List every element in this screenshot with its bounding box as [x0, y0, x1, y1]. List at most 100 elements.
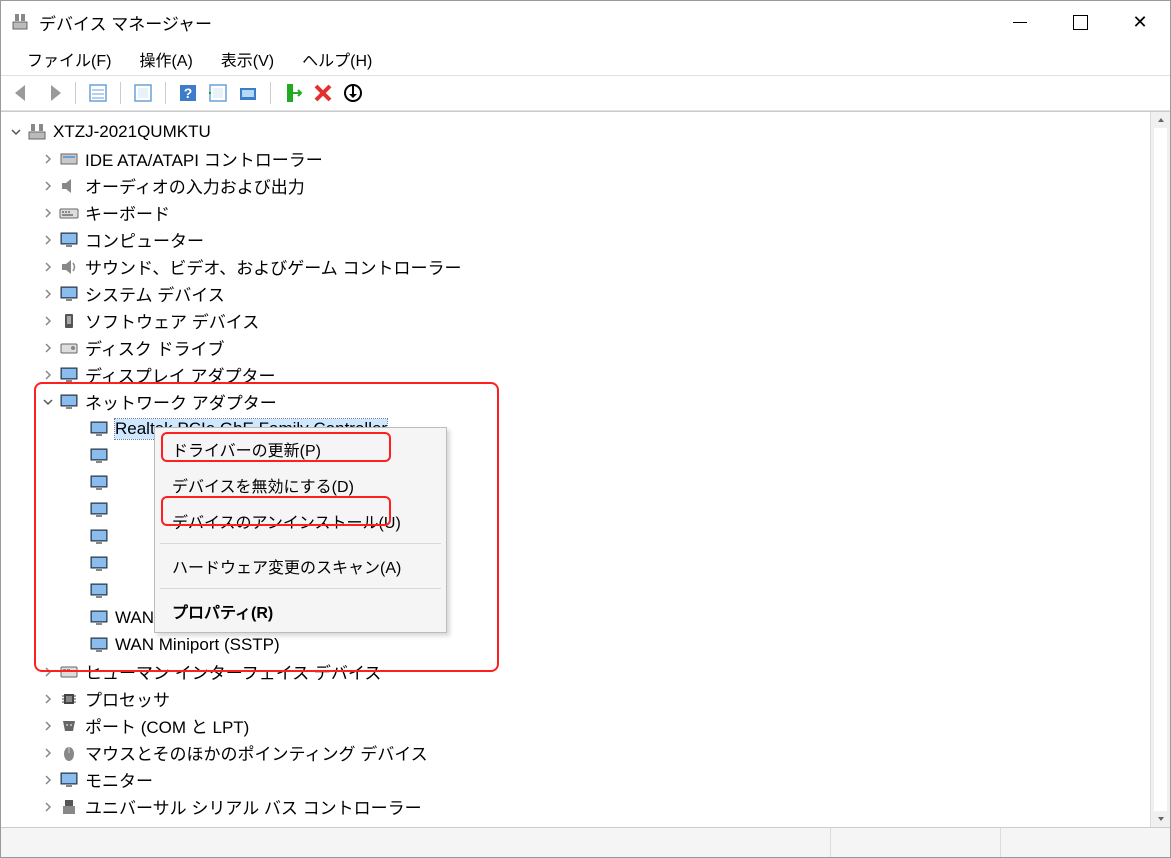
- tree-item-network-sstp[interactable]: WAN Miniport (SSTP): [7, 631, 1150, 658]
- tree-item-ide[interactable]: IDE ATA/ATAPI コントローラー: [7, 145, 1150, 172]
- expander-closed-icon[interactable]: [41, 773, 55, 787]
- expander-closed-icon[interactable]: [41, 233, 55, 247]
- tree-item-keyboard[interactable]: キーボード: [7, 199, 1150, 226]
- network-adapter-icon: [59, 393, 79, 411]
- expander-closed-icon[interactable]: [41, 341, 55, 355]
- tree-root-label: XTZJ-2021QUMKTU: [53, 122, 211, 142]
- expander-open-icon[interactable]: [41, 395, 55, 409]
- tree-root[interactable]: XTZJ-2021QUMKTU: [7, 118, 1150, 145]
- tree-item-label: コンピューター: [85, 227, 204, 252]
- menu-help[interactable]: ヘルプ(H): [288, 43, 386, 75]
- tree-item-processor[interactable]: プロセッサ: [7, 685, 1150, 712]
- tree-item-label: モニター: [85, 767, 153, 792]
- usb-controller-icon: [59, 798, 79, 816]
- expander-closed-icon[interactable]: [41, 260, 55, 274]
- network-adapter-icon: [89, 501, 109, 519]
- tree-item-label: ネットワーク アダプター: [85, 389, 277, 414]
- tree-item-network[interactable]: ネットワーク アダプター: [7, 388, 1150, 415]
- update-driver-button[interactable]: [234, 79, 262, 107]
- audio-icon: [59, 177, 79, 195]
- content-area: XTZJ-2021QUMKTU IDE ATA/ATAPI コントローラー オー…: [1, 111, 1170, 827]
- scroll-up-button[interactable]: [1151, 112, 1170, 128]
- tree-item-label: ヒューマン インターフェイス デバイス: [85, 659, 381, 684]
- properties-button[interactable]: [129, 79, 157, 107]
- context-menu: ドライバーの更新(P) デバイスを無効にする(D) デバイスのアンインストール(…: [154, 427, 447, 633]
- tree-item-label: プロセッサ: [85, 686, 170, 711]
- tree-item-mouse[interactable]: マウスとそのほかのポインティング デバイス: [7, 739, 1150, 766]
- device-tree[interactable]: XTZJ-2021QUMKTU IDE ATA/ATAPI コントローラー オー…: [1, 112, 1150, 827]
- tree-item-monitor[interactable]: モニター: [7, 766, 1150, 793]
- tree-item-label: システム デバイス: [85, 281, 225, 306]
- ports-icon: [59, 717, 79, 735]
- tree-item-audio[interactable]: オーディオの入力および出力: [7, 172, 1150, 199]
- expander-closed-icon[interactable]: [41, 179, 55, 193]
- network-adapter-icon: [89, 582, 109, 600]
- uninstall-device-button[interactable]: [309, 79, 337, 107]
- svg-text:?: ?: [184, 85, 193, 101]
- menu-action[interactable]: 操作(A): [125, 43, 206, 75]
- tree-item-display[interactable]: ディスプレイ アダプター: [7, 361, 1150, 388]
- help-button[interactable]: ?: [174, 79, 202, 107]
- network-adapter-icon: [89, 447, 109, 465]
- disable-device-button[interactable]: [339, 79, 367, 107]
- expander-closed-icon[interactable]: [41, 800, 55, 814]
- network-adapter-icon: [89, 555, 109, 573]
- display-adapter-icon: [59, 366, 79, 384]
- enable-device-button[interactable]: [279, 79, 307, 107]
- maximize-button[interactable]: [1050, 1, 1110, 43]
- expander-closed-icon[interactable]: [41, 368, 55, 382]
- tree-item-label: ディスク ドライブ: [85, 335, 225, 360]
- tree-item-system[interactable]: システム デバイス: [7, 280, 1150, 307]
- statusbar: [1, 827, 1170, 857]
- ctx-properties[interactable]: プロパティ(R): [158, 593, 443, 629]
- tree-item-label: ソフトウェア デバイス: [85, 308, 259, 333]
- scan-hardware-button[interactable]: [204, 79, 232, 107]
- tree-item-disk[interactable]: ディスク ドライブ: [7, 334, 1150, 361]
- menu-file[interactable]: ファイル(F): [13, 43, 125, 75]
- expander-closed-icon[interactable]: [41, 206, 55, 220]
- scroll-down-button[interactable]: [1151, 811, 1170, 827]
- speaker-icon: [59, 258, 79, 276]
- network-adapter-icon: [89, 474, 109, 492]
- tree-item-label: マウスとそのほかのポインティング デバイス: [85, 740, 428, 765]
- tree-item-usb[interactable]: ユニバーサル シリアル バス コントローラー: [7, 793, 1150, 820]
- expander-closed-icon[interactable]: [41, 314, 55, 328]
- tree-item-hid[interactable]: ヒューマン インターフェイス デバイス: [7, 658, 1150, 685]
- device-manager-icon: [11, 13, 29, 31]
- toolbar: ?: [1, 75, 1170, 111]
- monitor-icon: [59, 231, 79, 249]
- tree-item-computer[interactable]: コンピューター: [7, 226, 1150, 253]
- titlebar: デバイス マネージャー ✕: [1, 1, 1170, 43]
- forward-button[interactable]: [39, 79, 67, 107]
- ctx-uninstall-device[interactable]: デバイスのアンインストール(U): [158, 503, 443, 539]
- network-adapter-icon: [89, 636, 109, 654]
- scrollbar-thumb[interactable]: [1154, 128, 1167, 811]
- tree-item-label: WAN Miniport (SSTP): [115, 635, 280, 655]
- tree-item-sound[interactable]: サウンド、ビデオ、およびゲーム コントローラー: [7, 253, 1150, 280]
- close-button[interactable]: ✕: [1110, 1, 1170, 43]
- ide-controller-icon: [59, 150, 79, 168]
- menu-view[interactable]: 表示(V): [207, 43, 288, 75]
- menu-separator: [160, 588, 441, 589]
- ctx-update-driver[interactable]: ドライバーの更新(P): [158, 431, 443, 467]
- disk-drive-icon: [59, 339, 79, 357]
- list-view-button[interactable]: [84, 79, 112, 107]
- tree-item-label: ディスプレイ アダプター: [85, 362, 276, 387]
- expander-closed-icon[interactable]: [41, 287, 55, 301]
- back-button[interactable]: [9, 79, 37, 107]
- tree-item-software[interactable]: ソフトウェア デバイス: [7, 307, 1150, 334]
- window-title: デバイス マネージャー: [39, 10, 990, 35]
- expander-closed-icon[interactable]: [41, 152, 55, 166]
- expander-closed-icon[interactable]: [41, 665, 55, 679]
- expander-closed-icon[interactable]: [41, 692, 55, 706]
- tree-item-label: IDE ATA/ATAPI コントローラー: [85, 146, 323, 171]
- vertical-scrollbar[interactable]: [1150, 112, 1170, 827]
- minimize-button[interactable]: [990, 1, 1050, 43]
- menu-separator: [160, 543, 441, 544]
- ctx-scan-hardware[interactable]: ハードウェア変更のスキャン(A): [158, 548, 443, 584]
- expander-open-icon[interactable]: [9, 125, 23, 139]
- tree-item-ports[interactable]: ポート (COM と LPT): [7, 712, 1150, 739]
- expander-closed-icon[interactable]: [41, 719, 55, 733]
- ctx-disable-device[interactable]: デバイスを無効にする(D): [158, 467, 443, 503]
- expander-closed-icon[interactable]: [41, 746, 55, 760]
